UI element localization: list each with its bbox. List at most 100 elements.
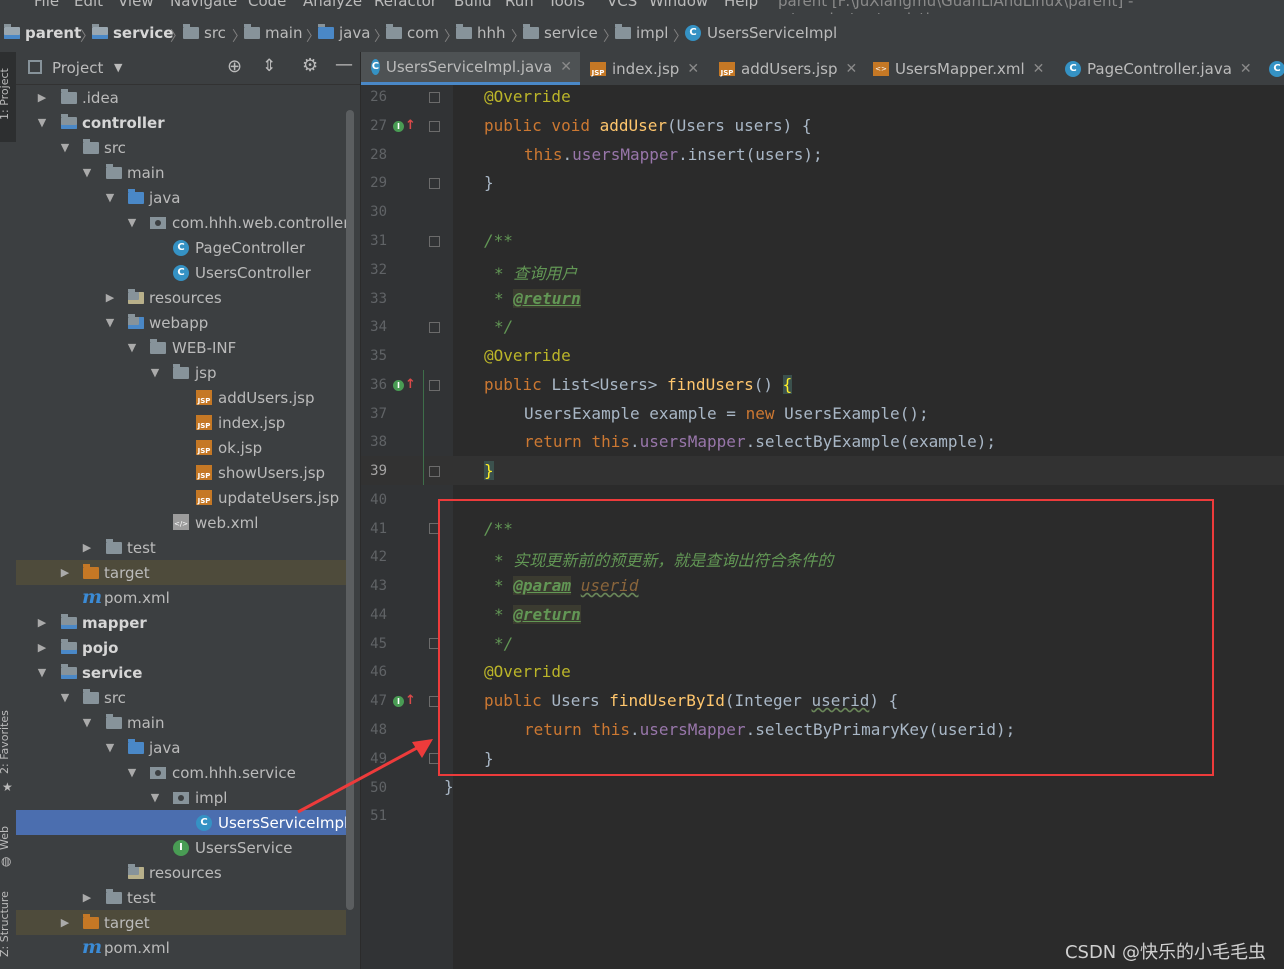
breadcrumb-impl[interactable]: impl bbox=[615, 23, 668, 43]
close-tab-icon[interactable]: ✕ bbox=[560, 59, 572, 75]
tree-item-main[interactable]: ▼ main bbox=[16, 160, 346, 185]
tree-item-pagecontroller[interactable]: C PageController bbox=[16, 235, 346, 260]
tree-item-src[interactable]: ▼ src bbox=[16, 685, 346, 710]
tree-item-controller-package[interactable]: ▼ com.hhh.web.controller bbox=[16, 210, 350, 235]
tree-item-jsp[interactable]: ▼ jsp bbox=[16, 360, 346, 385]
implements-method-icon[interactable]: I ↑ bbox=[393, 118, 416, 133]
close-tab-icon[interactable]: ✕ bbox=[687, 61, 699, 77]
breadcrumb-usersserviceimpl[interactable]: C UsersServiceImpl bbox=[685, 23, 837, 43]
fold-marker-icon[interactable] bbox=[429, 322, 440, 333]
menu-view[interactable]: View bbox=[118, 0, 154, 10]
breadcrumb-hhh[interactable]: hhh bbox=[456, 23, 506, 43]
fold-marker-icon[interactable] bbox=[429, 121, 440, 132]
tree-item-userscontroller[interactable]: C UsersController bbox=[16, 260, 346, 285]
tab-usersserviceimpl[interactable]: C UsersServiceImpl.java ✕ bbox=[361, 52, 580, 85]
menu-window[interactable]: Window bbox=[649, 0, 708, 10]
hide-panel-icon[interactable]: — bbox=[335, 54, 353, 75]
collapse-arrow-icon[interactable]: ▼ bbox=[36, 666, 48, 679]
collapse-all-icon[interactable]: ⇕ bbox=[262, 56, 276, 76]
menu-tools[interactable]: Tools bbox=[548, 0, 585, 10]
tree-item-java[interactable]: ▼ java bbox=[16, 185, 346, 210]
tree-item-mapper[interactable]: ▶ mapper bbox=[16, 610, 346, 635]
menu-refactor[interactable]: Refactor bbox=[374, 0, 437, 10]
expand-arrow-icon[interactable]: ▶ bbox=[36, 91, 48, 104]
settings-gear-icon[interactable]: ⚙ bbox=[302, 55, 318, 76]
collapse-arrow-icon[interactable]: ▼ bbox=[104, 316, 116, 329]
fold-marker-icon[interactable] bbox=[429, 380, 440, 391]
tree-item-ok-jsp[interactable]: JSP ok.jsp bbox=[16, 435, 346, 460]
menu-help[interactable]: Help bbox=[724, 0, 758, 10]
tree-item-showusers-jsp[interactable]: JSP showUsers.jsp bbox=[16, 460, 346, 485]
tree-item-web-inf[interactable]: ▼ WEB-INF bbox=[16, 335, 346, 360]
breadcrumb-service-package[interactable]: service bbox=[523, 23, 598, 43]
fold-marker-icon[interactable] bbox=[429, 92, 440, 103]
tree-item-idea[interactable]: ▶ .idea bbox=[16, 85, 346, 110]
collapse-arrow-icon[interactable]: ▼ bbox=[59, 691, 71, 704]
collapse-arrow-icon[interactable]: ▼ bbox=[81, 716, 93, 729]
breadcrumb-service-module[interactable]: service bbox=[92, 23, 173, 43]
tree-item-index-jsp[interactable]: JSP index.jsp bbox=[16, 410, 346, 435]
tab-index-jsp[interactable]: JSP index.jsp ✕ bbox=[580, 52, 707, 85]
fold-marker-icon[interactable] bbox=[429, 236, 440, 247]
breadcrumb-main[interactable]: main bbox=[244, 23, 302, 43]
menu-analyze[interactable]: Analyze bbox=[303, 0, 362, 10]
view-dropdown-icon[interactable]: ▼ bbox=[114, 61, 122, 74]
breadcrumb-com[interactable]: com bbox=[386, 23, 439, 43]
structure-tool-label[interactable]: Z: Structure bbox=[0, 891, 11, 957]
menu-code[interactable]: Code bbox=[248, 0, 286, 10]
locate-file-icon[interactable]: ⊕ bbox=[227, 56, 242, 77]
menu-edit[interactable]: Edit bbox=[74, 0, 103, 10]
tree-item-pom-xml[interactable]: m pom.xml bbox=[16, 935, 346, 960]
tab-pagecontroller[interactable]: C PageController.java ✕ bbox=[1055, 52, 1260, 85]
fold-marker-icon[interactable] bbox=[429, 466, 440, 477]
close-tab-icon[interactable]: ✕ bbox=[846, 61, 858, 77]
expand-arrow-icon[interactable]: ▶ bbox=[81, 891, 93, 904]
tree-item-web-xml[interactable]: </> web.xml bbox=[16, 510, 346, 535]
expand-arrow-icon[interactable]: ▶ bbox=[59, 916, 71, 929]
tree-item-service[interactable]: ▼ service bbox=[16, 660, 346, 685]
expand-arrow-icon[interactable]: ▶ bbox=[36, 641, 48, 654]
expand-arrow-icon[interactable]: ▶ bbox=[104, 291, 116, 304]
collapse-arrow-icon[interactable]: ▼ bbox=[36, 116, 48, 129]
expand-arrow-icon[interactable]: ▶ bbox=[81, 541, 93, 554]
tree-item-src[interactable]: ▼ src bbox=[16, 135, 346, 160]
implements-method-icon[interactable]: I ↑ bbox=[393, 377, 416, 392]
web-tool-label[interactable]: Web bbox=[0, 826, 11, 850]
collapse-arrow-icon[interactable]: ▼ bbox=[126, 341, 138, 354]
tab-usersmapper-xml[interactable]: <> UsersMapper.xml ✕ bbox=[863, 52, 1052, 85]
collapse-arrow-icon[interactable]: ▼ bbox=[149, 366, 161, 379]
project-panel-title[interactable]: Project bbox=[52, 59, 103, 77]
collapse-arrow-icon[interactable]: ▼ bbox=[104, 741, 116, 754]
tree-item-controller[interactable]: ▼ controller bbox=[16, 110, 346, 135]
menu-run[interactable]: Run bbox=[505, 0, 534, 10]
tree-item-test[interactable]: ▶ test bbox=[16, 535, 346, 560]
tree-item-target[interactable]: ▶ target bbox=[16, 910, 346, 935]
expand-arrow-icon[interactable]: ▶ bbox=[36, 616, 48, 629]
tree-item-resources[interactable]: ▶ resources bbox=[16, 285, 346, 310]
collapse-arrow-icon[interactable]: ▼ bbox=[126, 216, 138, 229]
close-tab-icon[interactable]: ✕ bbox=[1033, 61, 1045, 77]
collapse-arrow-icon[interactable]: ▼ bbox=[104, 191, 116, 204]
tab-addusers-jsp[interactable]: JSP addUsers.jsp ✕ bbox=[709, 52, 865, 85]
breadcrumb-parent[interactable]: parent bbox=[4, 23, 81, 43]
tree-item-addusers-jsp[interactable]: JSP addUsers.jsp bbox=[16, 385, 346, 410]
collapse-arrow-icon[interactable]: ▼ bbox=[126, 766, 138, 779]
breadcrumb-src[interactable]: src bbox=[183, 23, 226, 43]
collapse-arrow-icon[interactable]: ▼ bbox=[59, 141, 71, 154]
implements-method-icon[interactable]: I ↑ bbox=[393, 693, 416, 708]
tree-item-pom-xml[interactable]: m pom.xml bbox=[16, 585, 346, 610]
collapse-arrow-icon[interactable]: ▼ bbox=[149, 791, 161, 804]
tree-item-test[interactable]: ▶ test bbox=[16, 885, 346, 910]
breadcrumb-java[interactable]: java bbox=[318, 23, 370, 43]
fold-marker-icon[interactable] bbox=[429, 178, 440, 189]
menu-file[interactable]: File bbox=[34, 0, 59, 10]
menu-vcs[interactable]: VCS bbox=[607, 0, 637, 10]
tree-item-resources[interactable]: resources bbox=[16, 860, 346, 885]
menu-navigate[interactable]: Navigate bbox=[170, 0, 237, 10]
favorites-tool-label[interactable]: 2: Favorites bbox=[0, 710, 11, 774]
expand-arrow-icon[interactable]: ▶ bbox=[59, 566, 71, 579]
project-tool-label[interactable]: 1: Project bbox=[0, 68, 11, 120]
close-tab-icon[interactable]: ✕ bbox=[1240, 61, 1252, 77]
tree-item-webapp[interactable]: ▼ webapp bbox=[16, 310, 346, 335]
tree-item-target[interactable]: ▶ target bbox=[16, 560, 346, 585]
